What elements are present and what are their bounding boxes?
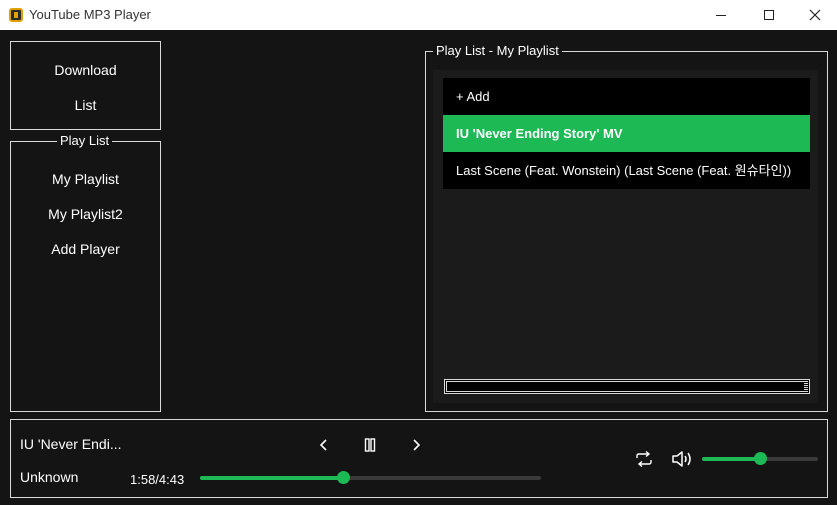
playlist-group-legend: Play List xyxy=(57,133,113,149)
time-display: 1:58/4:43 xyxy=(130,472,185,487)
title-bar: YouTube MP3 Player xyxy=(0,0,837,30)
scrollbar-grip-icon xyxy=(804,381,808,392)
track-row[interactable]: Last Scene (Feat. Wonstein) (Last Scene … xyxy=(443,152,810,189)
add-track-button[interactable]: + Add xyxy=(443,78,810,115)
close-icon xyxy=(809,9,821,21)
progress-slider[interactable] xyxy=(200,471,541,484)
sidebar-item-add-player[interactable]: Add Player xyxy=(11,241,160,257)
repeat-icon xyxy=(636,451,652,467)
chevron-left-icon xyxy=(319,439,327,451)
playlist-group: Play List My Playlist My Playlist2 Add P… xyxy=(10,133,161,412)
minimize-button[interactable] xyxy=(698,0,744,30)
sidebar-item-my-playlist[interactable]: My Playlist xyxy=(11,171,160,187)
progress-fill xyxy=(200,476,344,480)
sidebar-item-my-playlist2[interactable]: My Playlist2 xyxy=(11,206,160,222)
volume-fill xyxy=(702,457,760,461)
previous-button[interactable] xyxy=(312,433,336,457)
app-icon xyxy=(9,8,23,22)
playlist-panel-legend: Play List - My Playlist xyxy=(433,43,562,59)
nav-list[interactable]: List xyxy=(11,97,160,113)
pause-icon xyxy=(364,438,376,452)
maximize-icon xyxy=(764,10,774,20)
horizontal-scrollbar[interactable] xyxy=(444,379,810,394)
maximize-button[interactable] xyxy=(746,0,792,30)
volume-icon xyxy=(672,451,691,467)
next-button[interactable] xyxy=(404,433,428,457)
window-title: YouTube MP3 Player xyxy=(29,7,151,22)
repeat-button[interactable] xyxy=(632,447,656,471)
nav-download[interactable]: Download xyxy=(11,62,160,78)
track-row-selected[interactable]: IU 'Never Ending Story' MV xyxy=(443,115,810,152)
now-playing-artist: Unknown xyxy=(20,469,79,485)
now-playing-title: IU 'Never Endi... xyxy=(20,436,122,452)
close-button[interactable] xyxy=(792,0,837,30)
volume-slider[interactable] xyxy=(702,452,818,465)
minimize-icon xyxy=(716,14,726,16)
pause-button[interactable] xyxy=(358,433,382,457)
scrollbar-thumb[interactable] xyxy=(446,381,805,392)
volume-knob[interactable] xyxy=(754,452,767,465)
chevron-right-icon xyxy=(413,439,421,451)
main-nav-box: Download List xyxy=(10,41,161,130)
volume-button[interactable] xyxy=(671,447,695,471)
